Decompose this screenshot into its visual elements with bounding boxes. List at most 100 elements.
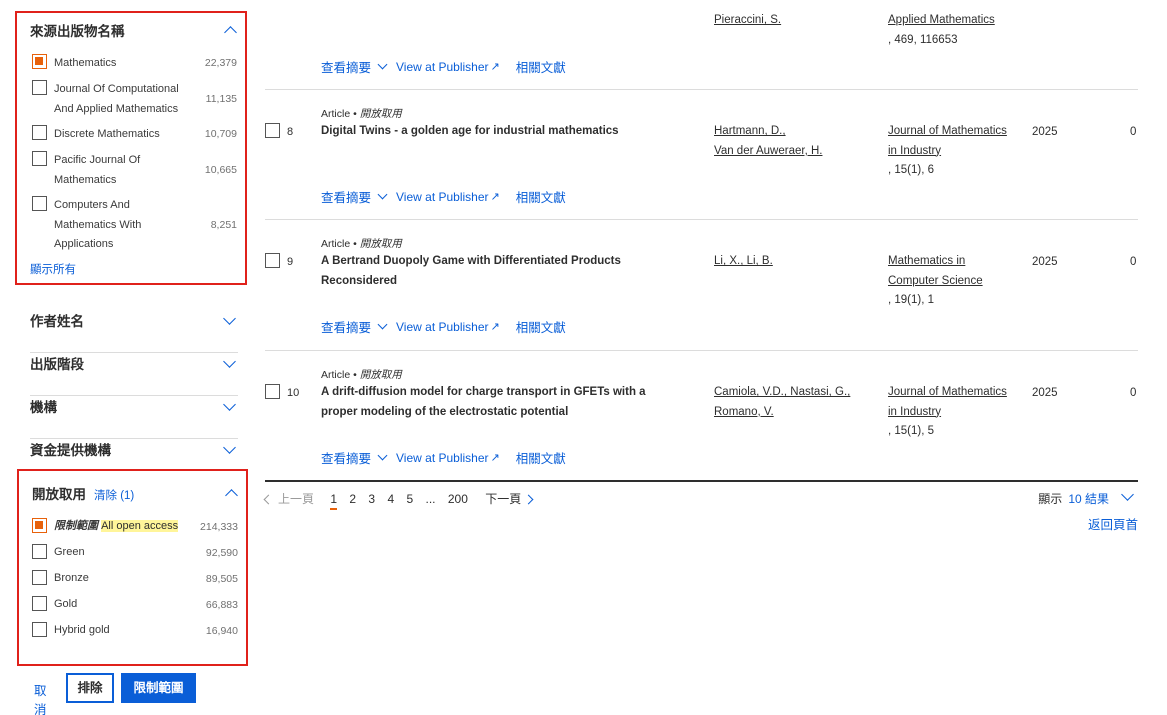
chevron-down-icon[interactable] xyxy=(223,441,236,454)
source-link[interactable]: Computer Science xyxy=(888,275,983,287)
result-citations: 0 xyxy=(1130,126,1137,138)
result-type: Article • 開放取用 xyxy=(321,369,402,381)
author-link[interactable]: Van der Auweraer, H. xyxy=(714,145,822,157)
result-number: 9 xyxy=(287,256,294,268)
chevron-down-icon[interactable] xyxy=(223,398,236,411)
result-type: Article • 開放取用 xyxy=(321,238,402,250)
related-documents-link[interactable]: 相關文獻 xyxy=(516,317,566,336)
checkbox[interactable] xyxy=(32,125,47,140)
prev-page-link[interactable]: 上一頁 xyxy=(278,490,314,507)
view-abstract-link[interactable]: 查看摘要 xyxy=(321,448,371,467)
result-number: 10 xyxy=(287,387,300,399)
source-link[interactable]: in Industry xyxy=(888,406,941,418)
checkbox[interactable] xyxy=(32,54,47,69)
view-at-publisher-link[interactable]: View at Publisher xyxy=(396,190,489,204)
divider xyxy=(265,89,1138,90)
checkbox[interactable] xyxy=(32,151,47,166)
result-actions: 查看摘要 View at Publisher ↗ 相關文獻 xyxy=(321,448,566,467)
checkbox[interactable] xyxy=(32,544,47,559)
display-value[interactable]: 10 結果 xyxy=(1068,492,1109,506)
external-link-icon: ↗ xyxy=(490,61,500,73)
facet-label: 出版階段 xyxy=(30,357,84,372)
access-type: 開放取用 xyxy=(359,238,402,250)
source-link[interactable]: Journal of Mathematics xyxy=(888,386,1007,398)
related-documents-link[interactable]: 相關文獻 xyxy=(516,57,566,76)
chevron-down-icon[interactable] xyxy=(223,312,236,325)
chevron-up-icon[interactable] xyxy=(224,26,237,39)
chevron-down-icon[interactable] xyxy=(223,355,236,368)
result-title[interactable]: Digital Twins - a golden age for industr… xyxy=(321,122,661,142)
open-access-facet: 開放取用 清除 (1) 限制範圍 All open access 214,333 … xyxy=(17,469,248,666)
page-link-200[interactable]: 200 xyxy=(448,492,468,506)
view-at-publisher-link[interactable]: View at Publisher xyxy=(396,451,489,465)
view-at-publisher-link[interactable]: View at Publisher xyxy=(396,60,489,74)
limit-to-button[interactable]: 限制範圍 xyxy=(121,673,196,703)
author-link[interactable]: Romano, V. xyxy=(714,406,774,418)
checkbox[interactable] xyxy=(32,596,47,611)
divider xyxy=(265,219,1138,220)
page-link-4[interactable]: 4 xyxy=(387,492,394,506)
source-link[interactable]: in Industry xyxy=(888,145,941,157)
checkbox[interactable] xyxy=(32,622,47,637)
author-link[interactable]: Camiola, V.D., Nastasi, G., xyxy=(714,386,850,398)
chevron-up-icon[interactable] xyxy=(225,489,238,502)
chevron-down-icon[interactable] xyxy=(1121,488,1134,501)
chevron-right-icon[interactable] xyxy=(523,494,534,505)
author-link[interactable]: Pieraccini, S. xyxy=(714,14,781,26)
source-link[interactable]: Mathematics in xyxy=(888,255,965,267)
related-documents-link[interactable]: 相關文獻 xyxy=(516,187,566,206)
next-page-link[interactable]: 下一頁 xyxy=(485,492,521,506)
show-all-link[interactable]: 顯示所有 xyxy=(30,261,76,277)
clear-filter-link[interactable]: 清除 (1) xyxy=(94,490,134,502)
source-title-facet: 來源出版物名稱 Mathematics 22,379 Journal Of Co… xyxy=(15,11,247,285)
page-link-1[interactable]: 1 xyxy=(330,492,337,510)
checkbox[interactable] xyxy=(32,196,47,211)
option-label: Journal Of Computational And Applied Mat… xyxy=(54,83,179,115)
view-abstract-link[interactable]: 查看摘要 xyxy=(321,187,371,206)
view-abstract-link[interactable]: 查看摘要 xyxy=(321,317,371,336)
source-link[interactable]: Applied Mathematics xyxy=(888,14,995,26)
results-per-page[interactable]: 顯示 10 結果 xyxy=(1038,488,1138,507)
result-checkbox[interactable] xyxy=(265,384,280,399)
result-year: 2025 xyxy=(1032,256,1058,268)
facet-affiliation[interactable]: 機構 xyxy=(30,396,238,439)
page-link-3[interactable]: 3 xyxy=(368,492,375,506)
chevron-down-icon[interactable] xyxy=(377,319,388,330)
chevron-down-icon[interactable] xyxy=(377,189,388,200)
oa-facet-title: 開放取用 清除 (1) xyxy=(32,483,134,503)
result-source: Journal of Mathematics in Industry , 15(… xyxy=(888,122,1028,181)
result-authors: Camiola, V.D., Nastasi, G., Romano, V. xyxy=(714,383,874,422)
source-detail: , 15(1), 5 xyxy=(888,425,935,437)
related-documents-link[interactable]: 相關文獻 xyxy=(516,448,566,467)
checkbox[interactable] xyxy=(32,80,47,95)
source-link[interactable]: Journal of Mathematics xyxy=(888,125,1007,137)
exclude-button[interactable]: 排除 xyxy=(66,673,114,703)
checkbox[interactable] xyxy=(32,518,47,533)
facet-publication-stage[interactable]: 出版階段 xyxy=(30,353,238,396)
chevron-down-icon[interactable] xyxy=(377,59,388,70)
result-title[interactable]: A drift-diffusion model for charge trans… xyxy=(321,383,661,422)
result-checkbox[interactable] xyxy=(265,253,280,268)
page-link-5[interactable]: 5 xyxy=(406,492,413,506)
result-source: Mathematics in Computer Science , 19(1),… xyxy=(888,252,1028,311)
option-count: 8,251 xyxy=(210,219,237,231)
result-citations: 0 xyxy=(1130,387,1137,399)
view-at-publisher-link[interactable]: View at Publisher xyxy=(396,320,489,334)
author-link[interactable]: Hartmann, D., xyxy=(714,125,786,137)
result-year: 2025 xyxy=(1032,387,1058,399)
display-label: 顯示 xyxy=(1038,492,1063,506)
author-link[interactable]: Li, X., Li, B. xyxy=(714,255,773,267)
cancel-button[interactable]: 取消 xyxy=(34,680,47,715)
chevron-down-icon[interactable] xyxy=(377,450,388,461)
facet-author-name[interactable]: 作者姓名 xyxy=(30,310,238,353)
result-checkbox[interactable] xyxy=(265,123,280,138)
access-type: 開放取用 xyxy=(359,369,402,381)
back-to-top-link[interactable]: 返回頁首 xyxy=(1088,514,1138,533)
result-title[interactable]: A Bertrand Duopoly Game with Differentia… xyxy=(321,252,661,291)
external-link-icon: ↗ xyxy=(490,321,500,333)
page-link-2[interactable]: 2 xyxy=(349,492,356,506)
view-abstract-link[interactable]: 查看摘要 xyxy=(321,57,371,76)
result-actions: 查看摘要 View at Publisher ↗ 相關文獻 xyxy=(321,57,566,76)
checkbox[interactable] xyxy=(32,570,47,585)
result-number: 8 xyxy=(287,126,294,138)
